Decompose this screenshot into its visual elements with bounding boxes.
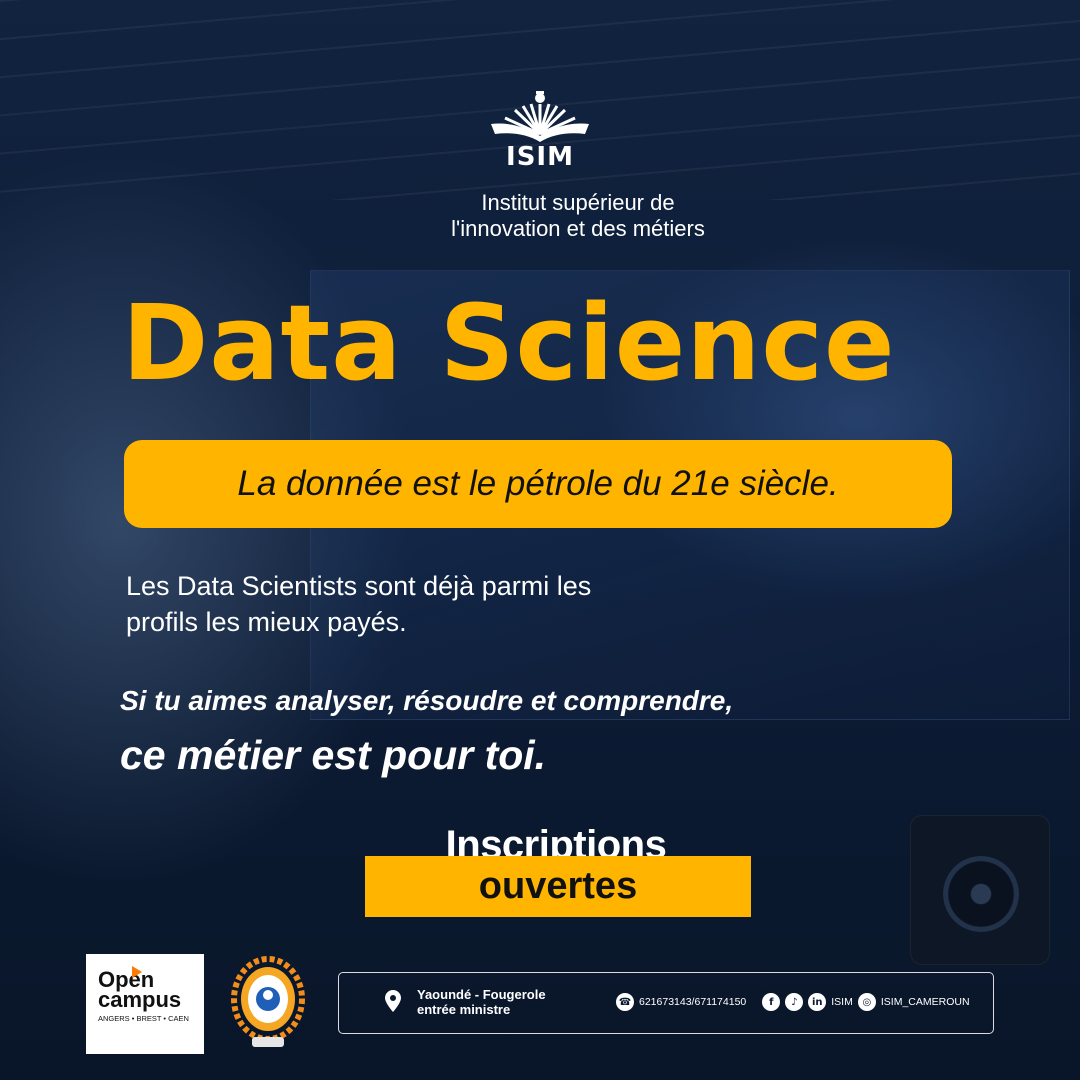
- social-name[interactable]: ISIM: [831, 996, 853, 1008]
- registration-label-bottom: ouvertes: [478, 865, 638, 907]
- call-line-2: ce métier est pour toi.: [120, 732, 547, 778]
- paragraph-line-2: profils les mieux payés.: [126, 607, 407, 637]
- open-campus-cities: ANGERS • BREST • CAEN: [98, 1014, 189, 1023]
- facebook-icon[interactable]: f: [762, 993, 781, 1011]
- instagram-handle[interactable]: ISIM_CAMEROUN: [881, 996, 970, 1008]
- isim-emblem-icon: [491, 91, 589, 142]
- open-campus-line-2: campus: [98, 987, 182, 1012]
- address: Yaoundé - Fougerole entrée ministre: [417, 987, 546, 1017]
- institute-line-2: l'innovation et des métiers: [451, 216, 705, 241]
- background-speaker: [910, 815, 1050, 965]
- registration-banner[interactable]: ouvertes: [365, 856, 751, 917]
- tagline-text: La donnée est le pétrole du 21e siècle.: [237, 464, 839, 503]
- registration-label-top: Inscriptions: [445, 823, 667, 860]
- instagram-icon[interactable]: ◎: [857, 993, 876, 1011]
- logo-text: ISIM: [506, 142, 574, 172]
- location-pin-icon: [385, 990, 401, 1012]
- salary-paragraph: Les Data Scientists sont déjà parmi les …: [126, 568, 826, 640]
- isim-logo: ISIM: [0, 88, 1080, 172]
- phone-number[interactable]: 621673143/671174150: [639, 996, 746, 1008]
- play-triangle-icon: [132, 966, 142, 978]
- call-line-1: Si tu aimes analyser, résoudre et compre…: [120, 685, 734, 716]
- paragraph-line-1: Les Data Scientists sont déjà parmi les: [126, 571, 592, 601]
- institute-line-1: Institut supérieur de: [481, 190, 675, 215]
- page-title: Data Science: [122, 282, 896, 404]
- contact-row: ☎ 621673143/671174150 f ♪ in ISIM ◎ ISIM…: [616, 993, 970, 1011]
- address-line-2: entrée ministre: [417, 1002, 511, 1017]
- linkedin-icon[interactable]: in: [808, 993, 827, 1011]
- contact-box: Yaoundé - Fougerole entrée ministre ☎ 62…: [338, 972, 994, 1034]
- open-campus-logo: Open campus ANGERS • BREST • CAEN: [86, 954, 204, 1054]
- tagline-banner: La donnée est le pétrole du 21e siècle.: [124, 440, 952, 528]
- crest-icon: [231, 956, 305, 1047]
- tiktok-icon[interactable]: ♪: [785, 993, 804, 1011]
- phone-icon: ☎: [616, 993, 634, 1011]
- address-line-1: Yaoundé - Fougerole: [417, 987, 546, 1002]
- institute-name: Institut supérieur de l'innovation et de…: [0, 190, 1080, 242]
